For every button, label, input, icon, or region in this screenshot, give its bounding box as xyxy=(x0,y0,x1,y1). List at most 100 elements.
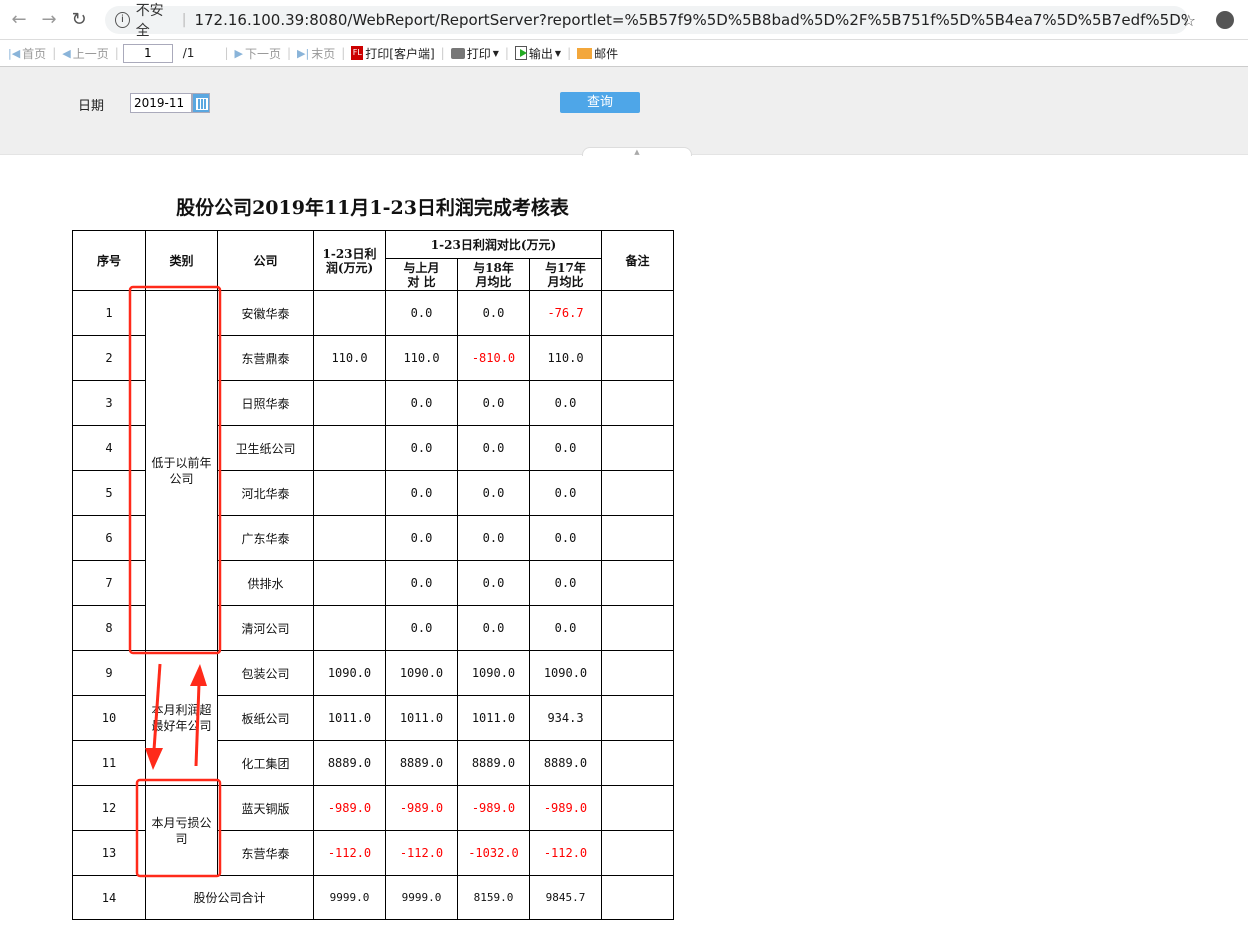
profit-cell: -112.0 xyxy=(313,830,386,876)
y18-cell: 0.0 xyxy=(457,560,530,606)
remark-cell xyxy=(601,785,674,831)
first-page-icon: |◀ xyxy=(8,46,21,60)
m-cell: 9999.0 xyxy=(385,875,458,920)
m-cell: 8889.0 xyxy=(385,740,458,786)
date-label: 日期 xyxy=(78,99,105,114)
profit-cell: 110.0 xyxy=(313,335,386,381)
profit-cell xyxy=(313,470,386,516)
export-button[interactable]: 输出 ▼ xyxy=(511,45,565,62)
y17-cell: 0.0 xyxy=(529,425,602,471)
y18-cell: 1011.0 xyxy=(457,695,530,741)
y17-cell: 8889.0 xyxy=(529,740,602,786)
company-cell: 化工集团 xyxy=(217,740,314,786)
seq-cell: 8 xyxy=(72,605,146,651)
last-page-button[interactable]: ▶| 末页 xyxy=(293,45,339,62)
next-icon: ▶ xyxy=(234,46,243,60)
remark-cell xyxy=(601,695,674,741)
prev-page-button[interactable]: ◀ 上一页 xyxy=(58,45,112,62)
print-client-button[interactable]: FL 打印[客户端] xyxy=(347,45,438,62)
browser-bar: ← → ↻ i 不安全 | 172.16.100.39:8080/WebRepo… xyxy=(0,0,1248,40)
remark-cell xyxy=(601,290,674,336)
date-input[interactable]: 2019-11 xyxy=(130,93,192,113)
bookmark-star-icon[interactable]: ☆ xyxy=(1182,11,1196,30)
y18-cell: 1090.0 xyxy=(457,650,530,696)
prev-icon: ◀ xyxy=(62,46,71,60)
profit-cell xyxy=(313,425,386,471)
y18-cell: -989.0 xyxy=(457,785,530,831)
mail-button[interactable]: 邮件 xyxy=(573,45,622,62)
remark-cell xyxy=(601,560,674,606)
y17-cell: 0.0 xyxy=(529,515,602,561)
profit-cell xyxy=(313,515,386,561)
remark-cell xyxy=(601,605,674,651)
total-label: 股份公司合计 xyxy=(145,875,314,920)
remark-cell xyxy=(601,830,674,876)
m-cell: 0.0 xyxy=(385,380,458,426)
y17-cell: 0.0 xyxy=(529,380,602,426)
next-label: 下一页 xyxy=(244,46,281,61)
header-compare: 1-23日利润对比(万元) xyxy=(385,230,602,259)
next-page-button[interactable]: ▶ 下一页 xyxy=(231,45,285,62)
company-cell: 安徽华泰 xyxy=(217,290,314,336)
remark-cell xyxy=(601,515,674,561)
printer-icon xyxy=(450,47,465,59)
reload-icon[interactable]: ↻ xyxy=(68,9,90,30)
category-cell: 本月亏损公司 xyxy=(145,785,218,876)
print-client-label: 打印[客户端] xyxy=(365,46,435,61)
print-button[interactable]: 打印 ▼ xyxy=(447,45,503,62)
y18-cell: 0.0 xyxy=(457,380,530,426)
company-cell: 板纸公司 xyxy=(217,695,314,741)
y18-cell: -810.0 xyxy=(457,335,530,381)
y18-cell: 8889.0 xyxy=(457,740,530,786)
page-input[interactable]: 1 xyxy=(122,43,173,63)
last-page-icon: ▶| xyxy=(297,46,310,60)
report-toolbar: |◀ 首页 | ◀ 上一页 | 1 /1 | ▶ 下一页 | ▶| 末页 | FL 打印[客户端] |… xyxy=(0,40,1248,67)
y17-cell: -989.0 xyxy=(529,785,602,831)
mail-icon xyxy=(577,47,593,59)
info-icon[interactable]: i xyxy=(115,12,130,28)
remark-cell xyxy=(601,650,674,696)
first-label: 首页 xyxy=(22,46,47,61)
export-label: 输出 xyxy=(528,46,553,61)
seq-cell: 12 xyxy=(72,785,146,831)
m-cell: -989.0 xyxy=(385,785,458,831)
company-cell: 广东华泰 xyxy=(217,515,314,561)
forward-icon[interactable]: → xyxy=(38,9,60,30)
query-button[interactable]: 查询 xyxy=(560,92,640,113)
seq-cell: 13 xyxy=(72,830,146,876)
profit-cell xyxy=(313,380,386,426)
profit-cell xyxy=(313,290,386,336)
y18-cell: -1032.0 xyxy=(457,830,530,876)
y17-cell: 110.0 xyxy=(529,335,602,381)
seq-cell: 4 xyxy=(72,425,146,471)
seq-cell: 9 xyxy=(72,650,146,696)
remark-cell xyxy=(601,380,674,426)
header-company: 公司 xyxy=(217,230,314,291)
y17-cell: 0.0 xyxy=(529,560,602,606)
remark-cell xyxy=(601,470,674,516)
y17-cell: 934.3 xyxy=(529,695,602,741)
address-bar[interactable]: i 不安全 | 172.16.100.39:8080/WebReport/Rep… xyxy=(105,3,1188,39)
account-icon[interactable] xyxy=(1216,11,1234,29)
remark-cell xyxy=(601,740,674,786)
company-cell: 东营华泰 xyxy=(217,830,314,876)
seq-cell: 10 xyxy=(72,695,146,741)
table-row: 1 低于以前年公司 安徽华泰 0.0 0.0 -76.7 xyxy=(72,290,674,651)
calendar-icon[interactable] xyxy=(192,93,210,113)
company-cell: 蓝天铜版 xyxy=(217,785,314,831)
seq-cell: 2 xyxy=(72,335,146,381)
y18-cell: 0.0 xyxy=(457,470,530,516)
m-cell: 110.0 xyxy=(385,335,458,381)
collapse-panel-handle[interactable]: ▲ xyxy=(582,147,692,156)
y18-cell: 8159.0 xyxy=(457,875,530,920)
header-seq: 序号 xyxy=(72,230,146,291)
company-cell: 清河公司 xyxy=(217,605,314,651)
seq-cell: 5 xyxy=(72,470,146,516)
mail-label: 邮件 xyxy=(594,46,619,61)
table-row: 9 本月利润超最好年公司 包装公司 1090.0 1090.0 1090.0 1090.0 xyxy=(72,650,674,786)
back-icon[interactable]: ← xyxy=(8,9,30,30)
company-cell: 卫生纸公司 xyxy=(217,425,314,471)
url-text[interactable]: 172.16.100.39:8080/WebReport/ReportServe… xyxy=(194,11,1188,29)
header-vs-17: 与17年月均比 xyxy=(529,258,602,291)
first-page-button[interactable]: |◀ 首页 xyxy=(4,45,50,62)
